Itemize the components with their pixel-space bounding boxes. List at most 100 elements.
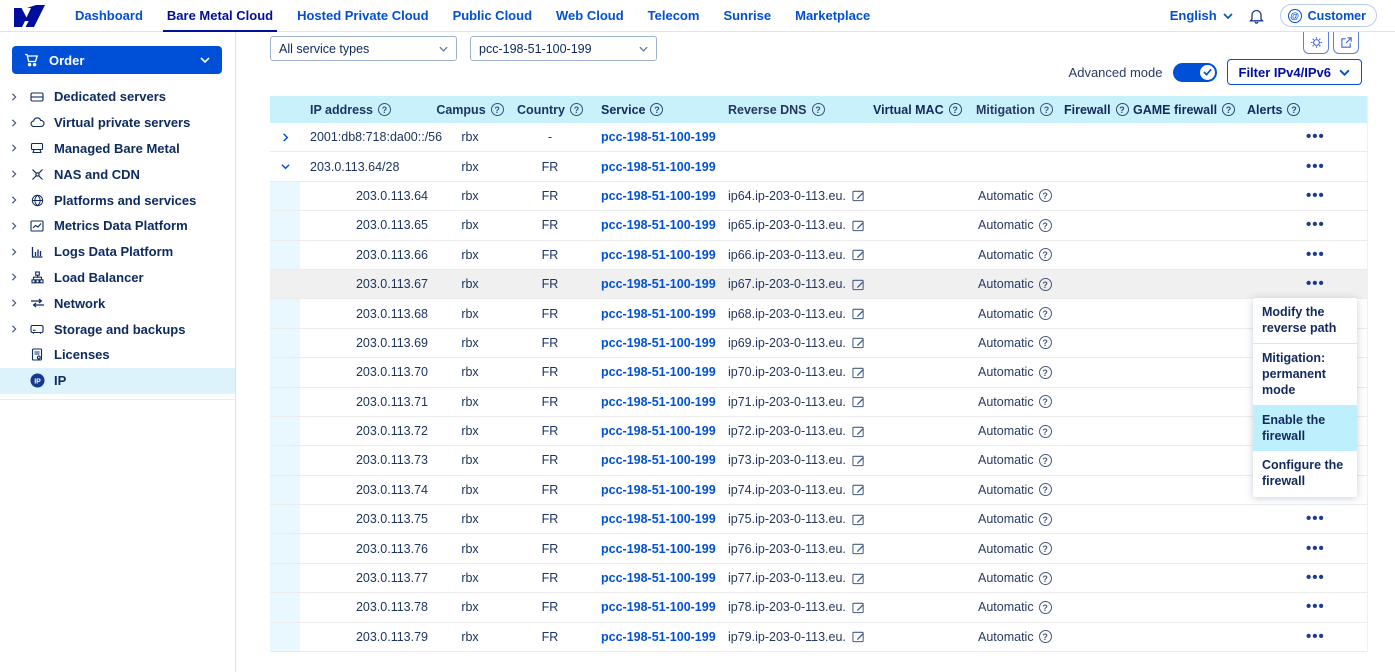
help-icon[interactable]: ? bbox=[378, 103, 391, 116]
chevron-right-icon[interactable] bbox=[10, 93, 20, 101]
menu-item-enable-the-firewall[interactable]: Enable the firewall bbox=[1253, 405, 1357, 451]
service-link[interactable]: pcc-198-51-100-199 bbox=[601, 189, 716, 203]
help-icon[interactable]: ? bbox=[1039, 630, 1052, 643]
row-actions-button[interactable]: ••• bbox=[1306, 220, 1325, 230]
advanced-mode-toggle[interactable] bbox=[1173, 63, 1217, 82]
ovhcloud-logo-icon[interactable] bbox=[13, 5, 47, 27]
help-icon[interactable]: ? bbox=[1287, 103, 1300, 116]
help-icon[interactable]: ? bbox=[812, 103, 825, 116]
service-link[interactable]: pcc-198-51-100-199 bbox=[601, 453, 716, 467]
chevron-right-icon[interactable] bbox=[10, 299, 20, 307]
nav-item-bare-metal-cloud[interactable]: Bare Metal Cloud bbox=[159, 0, 281, 31]
row-actions-button[interactable]: ••• bbox=[1306, 132, 1325, 142]
edit-reverse-icon[interactable] bbox=[852, 278, 865, 291]
help-icon[interactable]: ? bbox=[1039, 336, 1052, 349]
chevron-right-icon[interactable] bbox=[10, 273, 20, 281]
service-link[interactable]: pcc-198-51-100-199 bbox=[601, 542, 716, 556]
help-icon[interactable]: ? bbox=[1039, 307, 1052, 320]
nav-item-dashboard[interactable]: Dashboard bbox=[67, 0, 151, 31]
account-button[interactable]: @ Customer bbox=[1280, 4, 1377, 27]
help-icon[interactable]: ? bbox=[1222, 103, 1235, 116]
help-icon[interactable]: ? bbox=[949, 103, 962, 116]
sidebar-item-network[interactable]: Network bbox=[0, 290, 235, 316]
service-link[interactable]: pcc-198-51-100-199 bbox=[601, 307, 716, 321]
service-link[interactable]: pcc-198-51-100-199 bbox=[601, 218, 716, 232]
nav-item-hosted-private-cloud[interactable]: Hosted Private Cloud bbox=[289, 0, 436, 31]
edit-reverse-icon[interactable] bbox=[852, 307, 865, 320]
service-link[interactable]: pcc-198-51-100-199 bbox=[601, 336, 716, 350]
sidebar-item-nas-and-cdn[interactable]: NAS and CDN bbox=[0, 161, 235, 187]
edit-reverse-icon[interactable] bbox=[852, 219, 865, 232]
sidebar-item-managed-bare-metal[interactable]: Managed Bare Metal bbox=[0, 136, 235, 162]
chevron-right-icon[interactable] bbox=[10, 170, 20, 178]
chevron-right-icon[interactable] bbox=[10, 119, 20, 127]
chevron-right-icon[interactable] bbox=[10, 248, 20, 256]
sidebar-item-load-balancer[interactable]: Load Balancer bbox=[0, 265, 235, 291]
help-icon[interactable]: ? bbox=[1039, 395, 1052, 408]
service-link[interactable]: pcc-198-51-100-199 bbox=[601, 630, 716, 644]
edit-reverse-icon[interactable] bbox=[852, 572, 865, 585]
row-actions-button[interactable]: ••• bbox=[1306, 162, 1325, 172]
language-selector[interactable]: English bbox=[1170, 8, 1233, 23]
service-type-select[interactable]: All service types bbox=[270, 36, 457, 61]
sidebar-item-logs-data-platform[interactable]: Logs Data Platform bbox=[0, 239, 235, 265]
row-actions-button[interactable]: ••• bbox=[1306, 279, 1325, 289]
edit-reverse-icon[interactable] bbox=[852, 395, 865, 408]
sidebar-item-ip[interactable]: IPIP bbox=[0, 368, 235, 394]
chevron-right-icon[interactable] bbox=[10, 222, 20, 230]
service-link[interactable]: pcc-198-51-100-199 bbox=[601, 483, 716, 497]
help-icon[interactable]: ? bbox=[1039, 248, 1052, 261]
row-actions-button[interactable]: ••• bbox=[1306, 573, 1325, 583]
nav-item-marketplace[interactable]: Marketplace bbox=[787, 0, 878, 31]
service-link[interactable]: pcc-198-51-100-199 bbox=[601, 248, 716, 262]
edit-reverse-icon[interactable] bbox=[852, 630, 865, 643]
edit-reverse-icon[interactable] bbox=[852, 425, 865, 438]
nav-item-public-cloud[interactable]: Public Cloud bbox=[445, 0, 540, 31]
expand-row-icon[interactable] bbox=[270, 123, 300, 151]
edit-reverse-icon[interactable] bbox=[852, 366, 865, 379]
service-link[interactable]: pcc-198-51-100-199 bbox=[601, 277, 716, 291]
edit-reverse-icon[interactable] bbox=[852, 513, 865, 526]
help-icon[interactable]: ? bbox=[1039, 366, 1052, 379]
notifications-bell-icon[interactable] bbox=[1249, 8, 1264, 24]
help-icon[interactable]: ? bbox=[1039, 483, 1052, 496]
service-link[interactable]: pcc-198-51-100-199 bbox=[601, 395, 716, 409]
help-icon[interactable]: ? bbox=[1040, 103, 1053, 116]
menu-item-configure-the-firewall[interactable]: Configure the firewall bbox=[1253, 451, 1357, 496]
sidebar-item-dedicated-servers[interactable]: Dedicated servers bbox=[0, 84, 235, 110]
edit-reverse-icon[interactable] bbox=[852, 336, 865, 349]
sidebar-item-platforms-and-services[interactable]: Platforms and services bbox=[0, 187, 235, 213]
help-icon[interactable]: ? bbox=[570, 103, 583, 116]
service-link[interactable]: pcc-198-51-100-199 bbox=[601, 600, 716, 614]
edit-reverse-icon[interactable] bbox=[852, 601, 865, 614]
help-icon[interactable]: ? bbox=[1039, 219, 1052, 232]
service-link[interactable]: pcc-198-51-100-199 bbox=[601, 424, 716, 438]
chevron-right-icon[interactable] bbox=[10, 325, 20, 333]
help-icon[interactable]: ? bbox=[650, 103, 663, 116]
help-icon[interactable]: ? bbox=[1039, 601, 1052, 614]
service-link[interactable]: pcc-198-51-100-199 bbox=[601, 571, 716, 585]
sidebar-item-licenses[interactable]: Licenses bbox=[0, 342, 235, 368]
edit-reverse-icon[interactable] bbox=[852, 248, 865, 261]
help-icon[interactable]: ? bbox=[1039, 454, 1052, 467]
help-icon[interactable]: ? bbox=[1116, 103, 1129, 116]
service-link[interactable]: pcc-198-51-100-199 bbox=[601, 160, 716, 174]
row-actions-button[interactable]: ••• bbox=[1306, 514, 1325, 524]
help-icon[interactable]: ? bbox=[1039, 278, 1052, 291]
sidebar-item-storage-and-backups[interactable]: Storage and backups bbox=[0, 316, 235, 342]
service-link[interactable]: pcc-198-51-100-199 bbox=[601, 365, 716, 379]
menu-item-modify-the-reverse-path[interactable]: Modify the reverse path bbox=[1253, 298, 1357, 343]
edit-reverse-icon[interactable] bbox=[852, 483, 865, 496]
help-icon[interactable]: ? bbox=[1039, 513, 1052, 526]
help-icon[interactable]: ? bbox=[1039, 425, 1052, 438]
filter-ipv4-ipv6-button[interactable]: Filter IPv4/IPv6 bbox=[1227, 59, 1363, 85]
sidebar-item-virtual-private-servers[interactable]: Virtual private servers bbox=[0, 110, 235, 136]
sidebar-item-metrics-data-platform[interactable]: Metrics Data Platform bbox=[0, 213, 235, 239]
help-icon[interactable]: ? bbox=[491, 103, 504, 116]
chevron-right-icon[interactable] bbox=[10, 196, 20, 204]
edit-reverse-icon[interactable] bbox=[852, 454, 865, 467]
row-actions-button[interactable]: ••• bbox=[1306, 632, 1325, 642]
nav-item-telecom[interactable]: Telecom bbox=[640, 0, 708, 31]
service-select[interactable]: pcc-198-51-100-199 bbox=[470, 36, 657, 61]
service-link[interactable]: pcc-198-51-100-199 bbox=[601, 512, 716, 526]
